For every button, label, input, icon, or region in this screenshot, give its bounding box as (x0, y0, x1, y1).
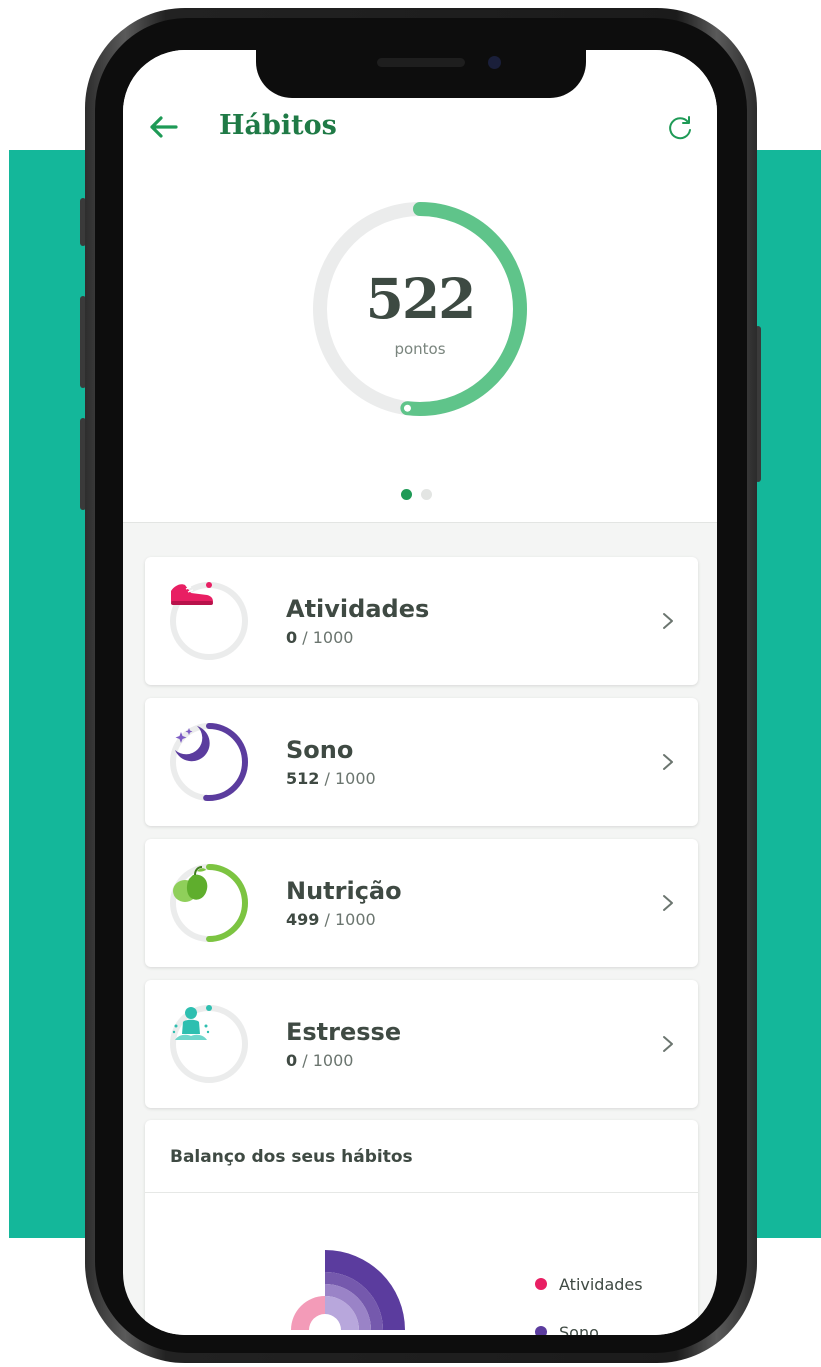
page-title: Hábitos (219, 110, 337, 141)
habit-progress-ring (167, 579, 251, 663)
habit-score-current: 0 (286, 1051, 298, 1070)
habit-score-current: 0 (286, 628, 298, 647)
habit-card-sono[interactable]: Sono 512 / 1000 (145, 698, 698, 826)
habit-score-current: 512 (286, 769, 320, 788)
legend-item-atividades: Atividades (535, 1260, 643, 1308)
habit-score: 512 / 1000 (286, 769, 376, 788)
apple-icon (167, 861, 251, 945)
score-value: 522 (365, 266, 477, 331)
balance-legend: Atividades Sono (535, 1260, 643, 1335)
habit-progress-ring (167, 720, 251, 804)
habit-score: 499 / 1000 (286, 910, 376, 929)
habit-card-estresse[interactable]: Estresse 0 / 1000 (145, 980, 698, 1108)
back-button[interactable] (145, 112, 181, 142)
habit-score-max: / 1000 (302, 1051, 354, 1070)
chevron-right-icon (663, 1036, 673, 1052)
chevron-right-icon (663, 754, 673, 770)
divider (145, 1192, 698, 1193)
habit-name: Estresse (286, 1018, 402, 1046)
balance-segment-atividades (291, 1296, 325, 1330)
refresh-button[interactable] (663, 112, 697, 146)
moon-stars-icon (167, 720, 251, 804)
phone-notch (256, 40, 586, 98)
habit-card-atividades[interactable]: Atividades 0 / 1000 (145, 557, 698, 685)
habit-score: 0 / 1000 (286, 1051, 353, 1070)
chevron-right-icon (663, 613, 673, 629)
balance-title: Balanço dos seus hábitos (170, 1147, 413, 1167)
habit-score-max: / 1000 (302, 628, 354, 647)
habit-score-max: / 1000 (324, 769, 376, 788)
refresh-icon (669, 116, 691, 140)
habit-card-nutricao[interactable]: Nutrição 499 / 1000 (145, 839, 698, 967)
chevron-right-icon (663, 895, 673, 911)
habit-score-max: / 1000 (324, 910, 376, 929)
legend-dot-atividades (535, 1278, 547, 1290)
phone-screen: Hábitos 522 pontos Atividades 0 / 1000 S… (123, 50, 717, 1335)
score-gauge: 522 pontos (309, 198, 531, 420)
legend-label: Sono (559, 1322, 599, 1336)
page-indicator (401, 489, 432, 500)
score-unit: pontos (394, 340, 446, 358)
legend-dot-sono (535, 1326, 547, 1335)
phone-speaker (377, 58, 465, 67)
meditation-icon (167, 1002, 251, 1086)
score-header-panel: Hábitos 522 pontos (123, 50, 717, 523)
habit-score-current: 499 (286, 910, 320, 929)
habit-progress-ring (167, 1002, 251, 1086)
habits-balance-card: Balanço dos seus hábitos Atividades Sono (145, 1120, 698, 1335)
page-dot-2[interactable] (421, 489, 432, 500)
stage: Hábitos 522 pontos Atividades 0 / 1000 S… (0, 0, 821, 1367)
phone-camera (488, 56, 501, 69)
habit-score: 0 / 1000 (286, 628, 353, 647)
habit-name: Atividades (286, 595, 430, 623)
balance-radial-chart (291, 1250, 405, 1330)
legend-item-sono: Sono (535, 1308, 643, 1335)
habit-progress-ring (167, 861, 251, 945)
legend-label: Atividades (559, 1274, 643, 1294)
habit-name: Sono (286, 736, 354, 764)
page-dot-1[interactable] (401, 489, 412, 500)
sneaker-icon (167, 579, 251, 663)
arrow-left-icon (150, 116, 178, 138)
habit-name: Nutrição (286, 877, 402, 905)
